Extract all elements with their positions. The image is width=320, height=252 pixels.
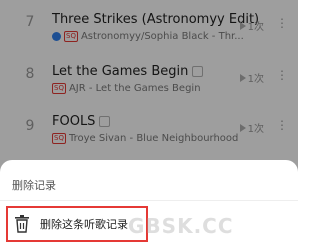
- watermark: GBSK.CC: [128, 214, 234, 238]
- trash-icon: [15, 215, 29, 233]
- delete-record-button[interactable]: 删除这条听歌记录: [6, 206, 148, 242]
- delete-record-label: 删除这条听歌记录: [40, 218, 128, 231]
- bottom-sheet: 删除记录 删除这条听歌记录: [0, 160, 298, 252]
- sheet-title: 删除记录: [12, 179, 56, 192]
- divider: [0, 200, 298, 201]
